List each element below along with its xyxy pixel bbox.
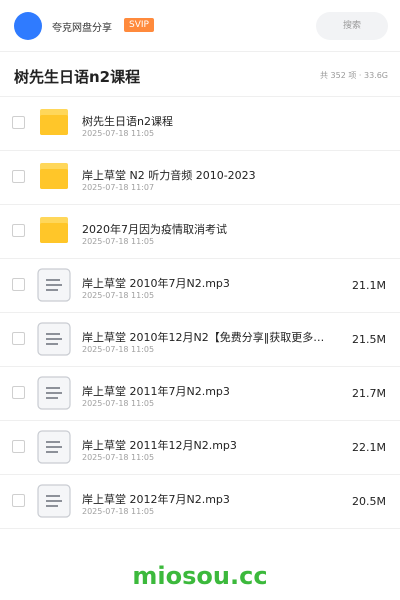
item-date: 2025-07-18 11:05: [82, 129, 155, 138]
item-size: 21.1M: [352, 279, 386, 292]
item-date: 2025-07-18 11:05: [82, 345, 155, 354]
app-name: 夸克网盘分享: [52, 23, 112, 34]
watermark: miosou.cc: [132, 562, 268, 590]
file-row[interactable]: 岸上草堂 2010年7月N2.mp3 2025-07-18 11:05 21.1M: [0, 259, 400, 313]
item-date: 2025-07-18 11:05: [82, 291, 155, 300]
audio-file-icon: [37, 430, 71, 464]
row-checkbox[interactable]: [12, 494, 25, 507]
file-row[interactable]: 岸上草堂 2011年12月N2.mp3 2025-07-18 11:05 22.1M: [0, 421, 400, 475]
folder-meta: 共 352 项 · 33.6G: [320, 71, 388, 80]
row-checkbox[interactable]: [12, 278, 25, 291]
folder-title-row: 树先生日语n2课程 共 352 项 · 33.6G: [0, 53, 400, 97]
item-date: 2025-07-18 11:05: [82, 237, 155, 246]
item-date: 2025-07-18 11:05: [82, 453, 155, 462]
audio-file-icon: [37, 322, 71, 356]
header-bar: 夸克网盘分享 SVIP 搜索: [0, 0, 400, 52]
page-title: 树先生日语n2课程: [14, 68, 141, 86]
item-name: 2020年7月因为疫情取消考试: [82, 223, 227, 236]
avatar[interactable]: [14, 12, 42, 40]
row-checkbox[interactable]: [12, 332, 25, 345]
file-row[interactable]: 岸上草堂 2012年7月N2.mp3 2025-07-18 11:05 20.5M: [0, 475, 400, 529]
item-name: 岸上草堂 2011年7月N2.mp3: [82, 385, 230, 398]
folder-icon: [37, 106, 71, 140]
item-name: 岸上草堂 2010年12月N2【免费分享‖获取更多…: [82, 331, 325, 344]
item-size: 20.5M: [352, 495, 386, 508]
item-name: 岸上草堂 2011年12月N2.mp3: [82, 439, 237, 452]
item-size: 22.1M: [352, 441, 386, 454]
audio-file-icon: [37, 268, 71, 302]
folder-icon: [37, 214, 71, 248]
item-size: 21.5M: [352, 333, 386, 346]
row-checkbox[interactable]: [12, 116, 25, 129]
audio-file-icon: [37, 376, 71, 410]
item-date: 2025-07-18 11:05: [82, 507, 155, 516]
folder-row[interactable]: 2020年7月因为疫情取消考试 2025-07-18 11:05: [0, 205, 400, 259]
svip-badge: SVIP: [124, 18, 154, 32]
folder-row[interactable]: 树先生日语n2课程 2025-07-18 11:05: [0, 97, 400, 151]
item-name: 岸上草堂 2012年7月N2.mp3: [82, 493, 230, 506]
row-checkbox[interactable]: [12, 170, 25, 183]
item-date: 2025-07-18 11:07: [82, 183, 155, 192]
item-name: 岸上草堂 N2 听力音频 2010-2023: [82, 169, 256, 182]
audio-file-icon: [37, 484, 71, 518]
item-date: 2025-07-18 11:05: [82, 399, 155, 408]
file-row[interactable]: 岸上草堂 2011年7月N2.mp3 2025-07-18 11:05 21.7M: [0, 367, 400, 421]
row-checkbox[interactable]: [12, 224, 25, 237]
folder-icon: [37, 160, 71, 194]
search-input[interactable]: 搜索: [316, 12, 388, 40]
file-row[interactable]: 岸上草堂 2010年12月N2【免费分享‖获取更多… 2025-07-18 11:…: [0, 313, 400, 367]
item-name: 树先生日语n2课程: [82, 115, 173, 128]
row-checkbox[interactable]: [12, 440, 25, 453]
folder-row[interactable]: 岸上草堂 N2 听力音频 2010-2023 2025-07-18 11:07: [0, 151, 400, 205]
row-checkbox[interactable]: [12, 386, 25, 399]
item-size: 21.7M: [352, 387, 386, 400]
item-name: 岸上草堂 2010年7月N2.mp3: [82, 277, 230, 290]
file-list: 树先生日语n2课程 2025-07-18 11:05 岸上草堂 N2 听力音频 20…: [0, 97, 400, 529]
